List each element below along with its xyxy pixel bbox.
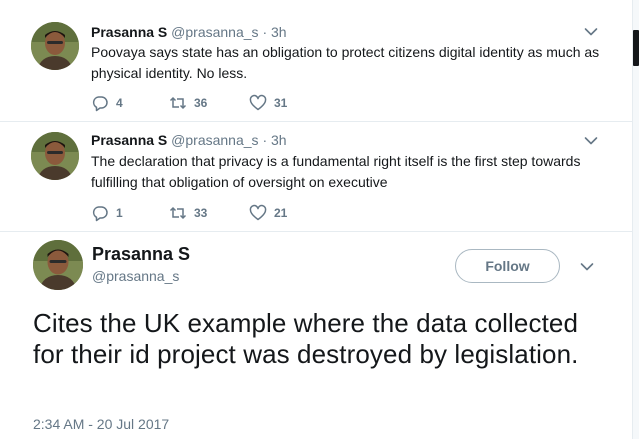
follow-button[interactable]: Follow — [455, 249, 560, 283]
tweet-text: The declaration that privacy is a fundam… — [91, 153, 581, 190]
retweet-count: 33 — [194, 206, 208, 220]
tweet-item[interactable]: Prasanna S @prasanna_s · 3h The declarat… — [0, 0, 639, 232]
author-name[interactable]: Prasanna S — [92, 244, 190, 265]
reply-icon — [92, 206, 108, 222]
retweet-icon — [169, 206, 187, 220]
scrollbar-thumb[interactable] — [633, 30, 639, 66]
chevron-down-icon[interactable] — [584, 136, 598, 146]
like-icon — [249, 204, 267, 221]
like-button[interactable]: 21 — [249, 203, 287, 223]
author-name[interactable]: Prasanna S — [91, 132, 167, 148]
tweet-header: Prasanna S @prasanna_s · 3h — [91, 132, 287, 148]
separator-dot: · — [262, 132, 268, 148]
tweet-timestamp[interactable]: 2:34 AM - 20 Jul 2017 — [33, 416, 169, 432]
avatar[interactable] — [33, 240, 83, 290]
tweet-time[interactable]: 3h — [271, 132, 287, 148]
avatar[interactable] — [31, 132, 79, 180]
tweet-thread: Prasanna S @prasanna_s · 3h Poovaya says… — [0, 0, 639, 439]
divider — [0, 231, 632, 232]
tweet-text: Cites the UK example where the data coll… — [33, 308, 579, 369]
like-count: 21 — [274, 206, 288, 220]
reply-count: 1 — [116, 206, 123, 220]
chevron-down-icon[interactable] — [580, 262, 594, 272]
reply-button[interactable]: 1 — [91, 203, 123, 223]
author-handle[interactable]: @prasanna_s — [92, 268, 179, 284]
retweet-button[interactable]: 33 — [169, 203, 207, 223]
author-handle[interactable]: @prasanna_s — [171, 132, 258, 148]
